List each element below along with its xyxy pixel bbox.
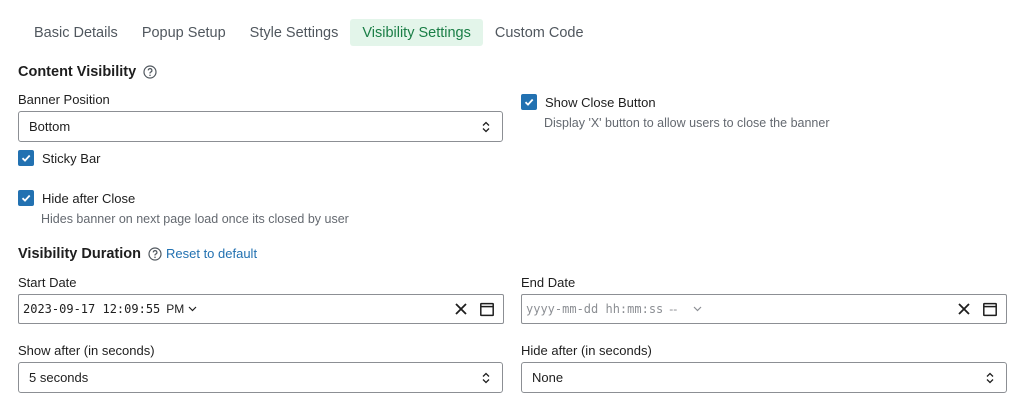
end-date-input[interactable]: yyyy-mm-dd hh:mm:ss -- [521, 294, 1007, 324]
start-date-value[interactable]: 2023-09-17 12:09:55 [23, 302, 160, 316]
show-after-value: 5 seconds [29, 370, 89, 385]
show-after-select[interactable]: 5 seconds [18, 362, 503, 393]
end-date-ampm-select[interactable]: -- [669, 302, 702, 316]
sticky-bar-checkbox[interactable] [18, 150, 34, 166]
tab-style-settings[interactable]: Style Settings [238, 19, 351, 46]
help-icon[interactable] [143, 65, 157, 79]
show-after-label: Show after (in seconds) [18, 343, 155, 358]
clear-icon[interactable] [453, 301, 469, 317]
tab-basic-details[interactable]: Basic Details [22, 19, 130, 46]
tab-visibility-settings[interactable]: Visibility Settings [350, 19, 483, 46]
tab-custom-code[interactable]: Custom Code [483, 19, 596, 46]
sticky-bar-checkbox-row[interactable]: Sticky Bar [18, 150, 101, 166]
hide-after-select[interactable]: None [521, 362, 1007, 393]
checkmark-icon [21, 154, 31, 162]
hide-after-close-label: Hide after Close [42, 190, 136, 206]
content-visibility-heading: Content Visibility [18, 64, 157, 80]
end-date-actions [956, 301, 998, 317]
chevron-up-down-icon [480, 371, 492, 385]
show-close-button-checkbox-row[interactable]: Show Close Button [521, 94, 656, 110]
banner-position-value: Bottom [29, 119, 71, 134]
hide-after-label: Hide after (in seconds) [521, 343, 652, 358]
checkmark-icon [21, 194, 31, 202]
sticky-bar-label: Sticky Bar [42, 150, 101, 166]
chevron-down-icon [188, 306, 197, 312]
visibility-duration-title: Visibility Duration [18, 246, 142, 262]
calendar-icon[interactable] [982, 301, 998, 317]
chevron-down-icon [693, 306, 702, 312]
show-close-button-help: Display 'X' button to allow users to clo… [544, 116, 830, 130]
checkmark-icon [524, 98, 534, 106]
hide-after-close-checkbox[interactable] [18, 190, 34, 206]
end-date-ampm-value: -- [669, 302, 678, 316]
show-close-button-label: Show Close Button [545, 94, 656, 110]
tab-popup-setup[interactable]: Popup Setup [130, 19, 238, 46]
start-date-label: Start Date [18, 275, 77, 290]
start-date-actions [453, 301, 495, 317]
start-date-input[interactable]: 2023-09-17 12:09:55 PM [18, 294, 504, 324]
start-date-ampm-value: PM [166, 302, 185, 316]
banner-position-label: Banner Position [18, 92, 110, 107]
show-close-button-checkbox[interactable] [521, 94, 537, 110]
end-date-label: End Date [521, 275, 576, 290]
hide-after-close-help: Hides banner on next page load once its … [41, 212, 349, 226]
content-visibility-title: Content Visibility [18, 64, 137, 80]
hide-after-close-checkbox-row[interactable]: Hide after Close [18, 190, 135, 206]
hide-after-value: None [532, 370, 564, 385]
visibility-duration-heading: Visibility Duration [18, 246, 162, 262]
end-date-placeholder[interactable]: yyyy-mm-dd hh:mm:ss [526, 302, 663, 316]
reset-to-default-link[interactable]: Reset to default [166, 246, 257, 261]
chevron-up-down-icon [984, 371, 996, 385]
calendar-icon[interactable] [479, 301, 495, 317]
help-icon[interactable] [148, 247, 162, 261]
start-date-ampm-select[interactable]: PM [166, 302, 197, 316]
settings-tabs: Basic Details Popup Setup Style Settings… [22, 19, 596, 46]
chevron-up-down-icon [480, 120, 492, 134]
banner-position-select[interactable]: Bottom [18, 111, 503, 142]
clear-icon[interactable] [956, 301, 972, 317]
